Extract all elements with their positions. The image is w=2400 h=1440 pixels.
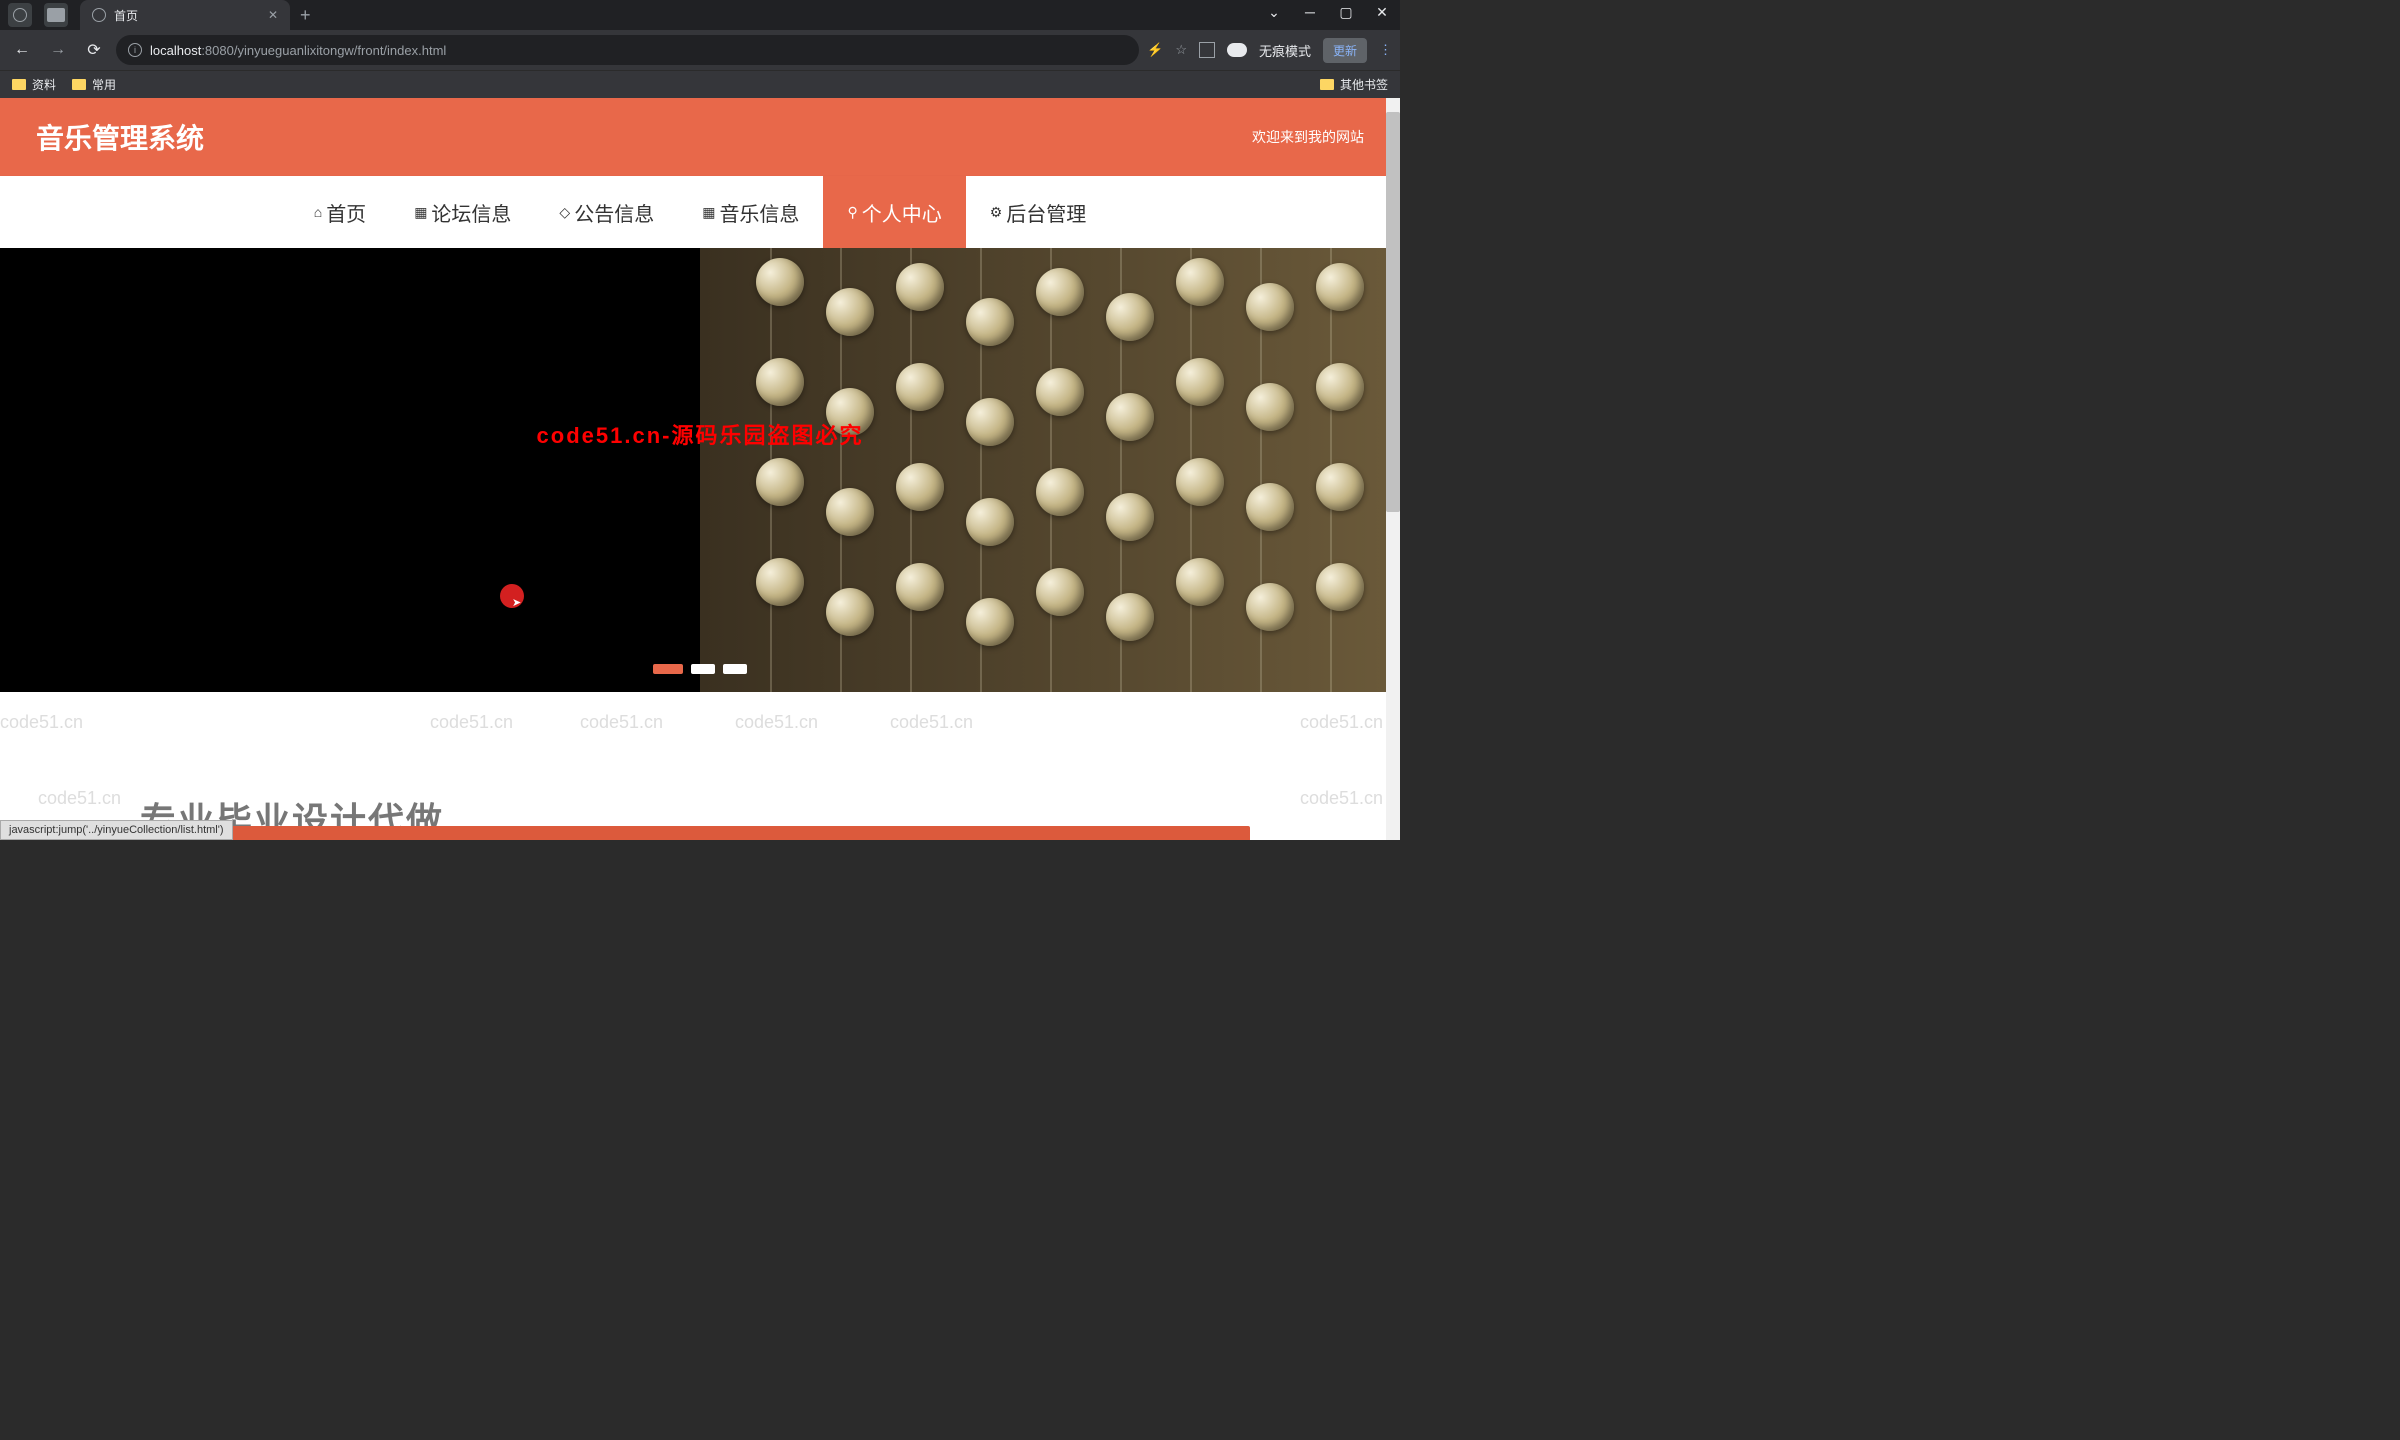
indicator-2[interactable] [691, 664, 715, 674]
watermark: code51.cn [1300, 712, 1383, 733]
app-icon[interactable] [8, 3, 32, 27]
url-input[interactable]: i localhost:8080/yinyueguanlixitongw/fro… [116, 35, 1139, 65]
breadcrumb-bar: 音乐收藏 您现在的位置：音乐收藏 [132, 826, 1250, 840]
site-title: 音乐管理系统 [36, 117, 204, 157]
browser-tab-active[interactable]: 首页 ✕ [80, 0, 290, 30]
cursor-arrow-icon: ➤ [512, 596, 521, 609]
nav-music[interactable]: ▦音乐信息 [678, 176, 823, 248]
nav-menu: ⌂首页 ▦论坛信息 ◇公告信息 ▦音乐信息 ⚲个人中心 ⚙后台管理 [0, 176, 1400, 248]
new-tab-button[interactable]: + [300, 5, 311, 26]
content-box: 音乐收藏 您现在的位置：音乐收藏 音乐编号 音乐名称 音乐类型 请选择 搜索 [132, 826, 1250, 840]
back-button[interactable]: ← [8, 41, 36, 59]
maximize-button[interactable]: ▢ [1336, 4, 1356, 21]
reload-button[interactable]: ⟳ [80, 40, 108, 60]
close-tab-icon[interactable]: ✕ [268, 8, 278, 22]
forward-button[interactable]: → [44, 41, 72, 59]
folder-icon [12, 79, 26, 90]
diamond-icon: ◇ [559, 204, 570, 221]
folder-icon [1320, 79, 1334, 90]
status-bar: javascript:jump('../yinyueCollection/lis… [0, 820, 233, 840]
folder-icon [72, 79, 86, 90]
site-info-icon[interactable]: i [128, 43, 142, 57]
globe-icon [92, 8, 106, 22]
url-text: localhost:8080/yinyueguanlixitongw/front… [150, 43, 446, 58]
nav-home[interactable]: ⌂首页 [290, 176, 390, 248]
hero-image [700, 248, 1400, 692]
carousel-indicators [653, 664, 747, 674]
minimize-button[interactable]: ─ [1300, 4, 1320, 21]
nav-admin[interactable]: ⚙后台管理 [966, 176, 1111, 248]
translate-icon[interactable]: ⚡ [1147, 42, 1163, 58]
browser-chrome: 首页 ✕ + ⌄ ─ ▢ ✕ ← → ⟳ i localhost:8080/yi… [0, 0, 1400, 98]
watermark: code51.cn [1300, 788, 1383, 809]
bookmark-star-icon[interactable]: ☆ [1175, 42, 1187, 58]
menu-button[interactable]: ⋮ [1379, 42, 1392, 58]
welcome-text: 欢迎来到我的网站 [1252, 127, 1364, 147]
banner-watermark: code51.cn-源码乐园盗图必究 [537, 418, 864, 450]
home-icon: ⌂ [314, 204, 322, 220]
watermark: code51.cn [38, 788, 121, 809]
nav-personal[interactable]: ⚲个人中心 [823, 176, 965, 248]
bookmark-folder-2[interactable]: 常用 [72, 76, 116, 93]
user-icon: ⚲ [847, 204, 857, 221]
scrollbar[interactable] [1386, 98, 1400, 840]
tab-bar: 首页 ✕ + ⌄ ─ ▢ ✕ [0, 0, 1400, 30]
bookmark-folder-1[interactable]: 资料 [12, 76, 56, 93]
incognito-icon [1227, 43, 1247, 57]
breadcrumb-location: 您现在的位置：音乐收藏 [1080, 838, 1234, 840]
grid-icon: ▦ [702, 204, 715, 221]
watermark: code51.cn [0, 712, 83, 733]
tab-overview[interactable] [44, 3, 68, 27]
grid-icon: ▦ [414, 204, 427, 221]
watermark: code51.cn [735, 712, 818, 733]
extensions-icon[interactable] [1199, 42, 1215, 58]
nav-announce[interactable]: ◇公告信息 [535, 176, 678, 248]
page-content: code51.cn code51.cn code51.cn code51.cn … [0, 98, 1400, 840]
site-header: 音乐管理系统 欢迎来到我的网站 [0, 98, 1400, 176]
window-controls: ⌄ ─ ▢ ✕ [1264, 4, 1392, 21]
chevron-down-icon[interactable]: ⌄ [1264, 4, 1284, 21]
incognito-label: 无痕模式 [1259, 41, 1311, 60]
scroll-thumb[interactable] [1386, 112, 1400, 512]
link-icon: ⚙ [990, 204, 1003, 221]
watermark: code51.cn [430, 712, 513, 733]
watermark: code51.cn [580, 712, 663, 733]
other-bookmarks[interactable]: 其他书签 [1320, 76, 1388, 93]
indicator-3[interactable] [723, 664, 747, 674]
update-button[interactable]: 更新 [1323, 38, 1367, 63]
watermark: code51.cn [890, 712, 973, 733]
carousel: code51.cn-源码乐园盗图必究 ➤ [0, 248, 1400, 692]
indicator-1[interactable] [653, 664, 683, 674]
address-bar: ← → ⟳ i localhost:8080/yinyueguanlixiton… [0, 30, 1400, 70]
close-window-button[interactable]: ✕ [1372, 4, 1392, 21]
nav-forum[interactable]: ▦论坛信息 [390, 176, 535, 248]
bookmark-bar: 资料 常用 其他书签 [0, 70, 1400, 98]
tab-title: 首页 [114, 7, 138, 24]
